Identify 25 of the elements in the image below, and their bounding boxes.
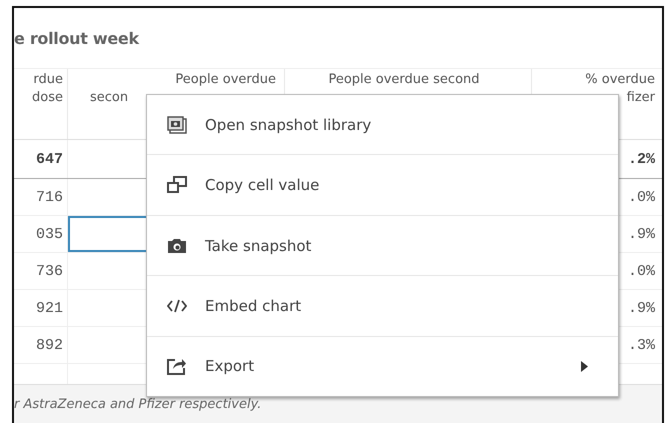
copy-icon [167,176,187,194]
export-icon [167,357,187,376]
table-cell: .9% [628,226,655,242]
menu-item[interactable]: Open snapshot library [147,95,618,156]
table-cell: 736 [36,262,63,280]
menu-item[interactable]: Take snapshot [147,216,618,276]
menu-item[interactable]: Export [147,336,618,396]
table-cell: .0% [628,262,655,280]
footnote: r AstraZeneca and Pfizer respectively. [14,397,262,412]
snapshot-library-icon [167,116,187,134]
menu-item[interactable]: Copy cell value [147,155,618,216]
total-cell: .2% [628,150,655,168]
table-cell: 921 [36,300,63,316]
camera-icon [167,238,187,254]
total-cell: 647 [36,150,63,168]
table-cell: 035 [36,226,63,242]
table-cell: 892 [36,336,63,354]
table-cell: 716 [36,188,63,206]
table-cell: .3% [628,336,655,354]
menu-item[interactable]: Embed chart [147,276,618,337]
table-cell: .0% [628,188,655,206]
table-cell: .9% [628,300,655,316]
chart-title: e rollout week [14,28,140,50]
code-icon [167,298,187,313]
column-header[interactable]: rdue dose [14,69,68,139]
